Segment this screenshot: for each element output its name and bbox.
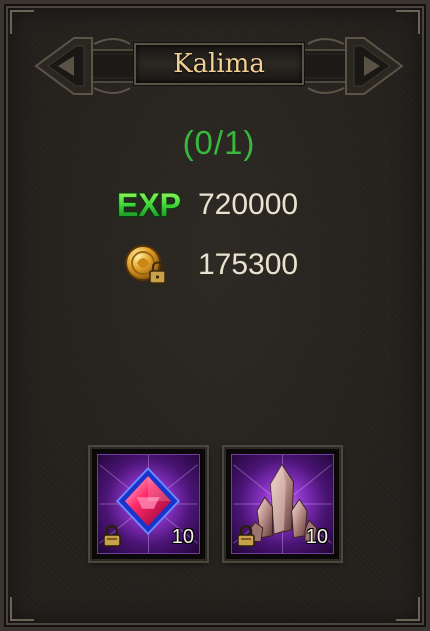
reward-row-gold: 175300 [4, 240, 430, 290]
reward-item-slot[interactable]: 10 [224, 447, 341, 561]
bound-gold-coin-icon [125, 245, 166, 284]
page-title: Kalima [173, 49, 265, 79]
frame-corner-ornament [396, 597, 420, 621]
item-quantity: 10 [171, 526, 194, 548]
panel-header: Kalima [34, 26, 404, 106]
exp-icon: EXP [116, 188, 182, 222]
reward-item-slot[interactable]: 10 [90, 447, 207, 561]
item-slot-background: 10 [97, 454, 200, 554]
gold-value: 175300 [198, 248, 299, 281]
quest-progress: (0/1) [182, 124, 256, 161]
title-plate: Kalima [134, 43, 304, 85]
lock-icon [237, 525, 255, 547]
lock-icon [103, 525, 121, 547]
reward-row-exp: EXP 720000 [4, 180, 430, 230]
frame-corner-ornament [10, 10, 34, 34]
item-quantity: 10 [305, 526, 328, 548]
exp-value: 720000 [198, 188, 299, 221]
item-slot-background: 10 [231, 454, 334, 554]
quest-reward-panel: Kalima (0/1) EXP 720000 175300 10 10 [0, 0, 430, 631]
svg-text:EXP: EXP [117, 188, 181, 222]
frame-corner-ornament [10, 597, 34, 621]
